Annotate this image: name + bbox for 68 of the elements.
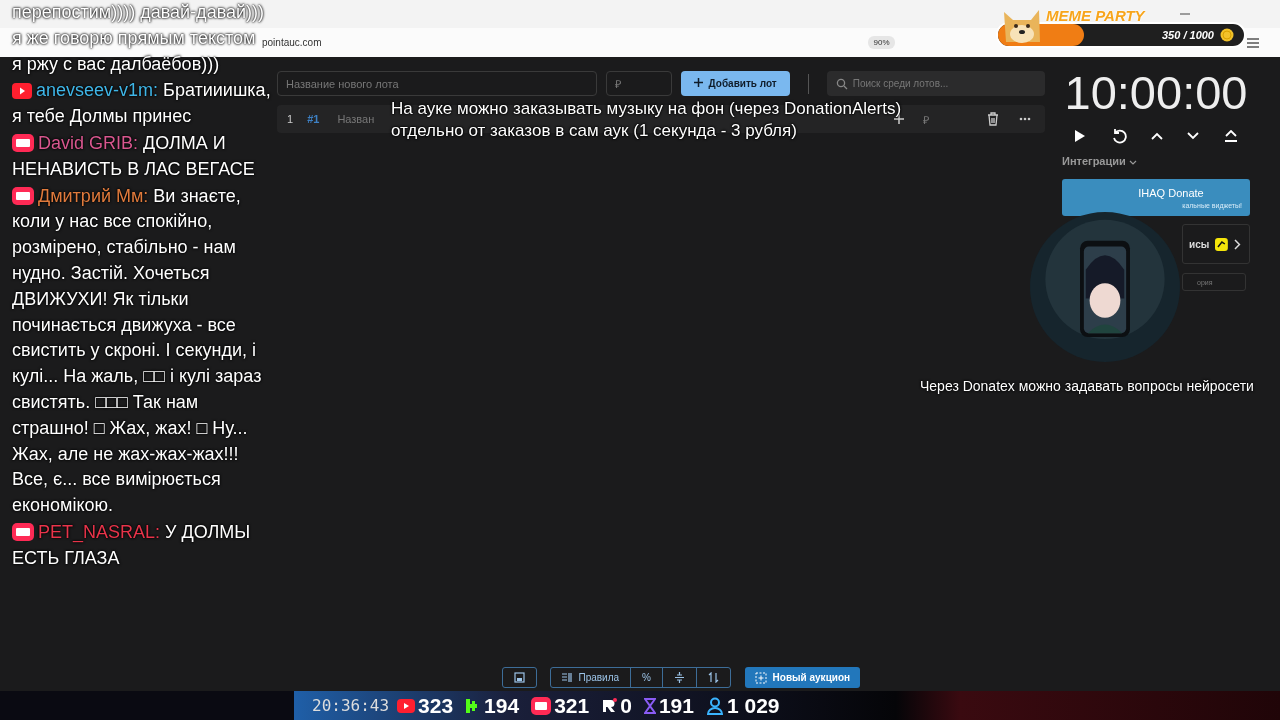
percent-button[interactable]: % — [630, 667, 663, 688]
sort-button[interactable] — [696, 667, 731, 688]
play-icon[interactable] — [1074, 129, 1087, 143]
stat-count: 0 — [620, 693, 632, 718]
meme-party-score: 350 / 1000 — [1162, 29, 1214, 41]
search-field[interactable]: Поиск среди лотов... — [826, 71, 1045, 96]
stat-count: 323 — [418, 693, 454, 718]
plus-icon — [694, 78, 703, 87]
integrations-toggle[interactable]: Интеграции — [1062, 155, 1250, 167]
live-badge-icon — [12, 186, 34, 205]
save-button[interactable] — [501, 667, 537, 688]
coin-icon — [1220, 28, 1234, 42]
chat-text: перепостим)))) давай-давай))) — [12, 1, 265, 25]
lot-index: 1 — [287, 113, 294, 125]
user-icon — [705, 696, 724, 715]
divide-icon — [674, 672, 685, 683]
live-badge-icon — [12, 134, 34, 152]
chat-message: Дмитрий Мм: Ви знаєте, коли у нас все спокійно, розмірено, стабільно - нам нудно. Застій. Хочеться ДВИЖУХИ! Як тільки починається движуха - все свистить у скроні. І секунди, і кулі... На жаль, □□ і кулі зараз свистять. □□□ Так нам страшно! □ Жах, жах! □ Ну... Жах, але не жах-жах-жах!!! Все, є... все вимірюється економікою. — [12, 184, 263, 518]
add-frame-icon — [755, 671, 767, 684]
service-card[interactable]: исы — [1182, 224, 1250, 264]
stat-count: 191 — [658, 693, 694, 718]
add-lot-button[interactable]: Добавить лот — [681, 71, 790, 96]
lot-amount-field[interactable]: ₽ — [923, 111, 929, 127]
stat-count: 1 029 — [726, 693, 780, 718]
youtube-icon — [12, 83, 32, 100]
chat-message: David GRIB: ДОЛМА И НЕНАВИСТЬ В ЛАС ВЕГАСЕ — [12, 132, 256, 181]
down-chevron-icon[interactable] — [1187, 132, 1200, 140]
chat-message: PET_NASRAL: У ДОЛМЫ ЕСТЬ ГЛАЗА — [12, 520, 252, 570]
lot-name: Назван — [337, 113, 375, 125]
caption-text: На ауке можно заказывать музыку на фон (через DonationAlerts) — [391, 98, 902, 120]
reset-icon[interactable] — [1110, 128, 1127, 144]
live-badge-icon — [12, 522, 34, 541]
list-icon — [561, 673, 573, 682]
service-title: исы — [1189, 238, 1210, 250]
save-icon — [513, 672, 525, 683]
stream-clock: 20:36:43 — [312, 696, 390, 715]
up-chevron-icon[interactable] — [1150, 132, 1163, 140]
hourglass-icon — [643, 697, 656, 714]
lot-name-field[interactable]: Название нового лота — [277, 71, 597, 96]
chat-message: anevseev-v1m: Братииишка, я тебе Долмы принес — [12, 79, 272, 129]
new-auction-button[interactable]: Новый аукцион — [745, 667, 861, 688]
meme-party-title: MEME PARTY — [1046, 7, 1145, 24]
rules-button[interactable]: Правила — [549, 667, 632, 688]
menu-icon[interactable] — [1245, 36, 1260, 49]
address-bar[interactable]: pointauc.com — [262, 37, 322, 48]
stat-count: 321 — [554, 693, 590, 718]
live-badge-icon — [531, 696, 552, 715]
split-button[interactable] — [662, 667, 697, 688]
lot-amount-field[interactable]: ₽ — [606, 71, 672, 96]
delete-icon[interactable] — [987, 112, 999, 126]
caption-text: Через Donatex можно задавать вопросы нейросети — [920, 378, 1254, 394]
sort-icon — [708, 672, 719, 683]
chevron-down-icon — [1128, 160, 1137, 165]
stat-count: 194 — [484, 693, 520, 718]
r-logo-icon — [601, 697, 618, 714]
youtube-icon — [397, 698, 416, 713]
chat-text: я же говорю прямым текстом — [12, 26, 256, 51]
banner-title: IHAQ Donate — [1137, 186, 1204, 199]
timer-display: 10:00:00 — [1063, 67, 1249, 119]
more-icon[interactable] — [1019, 117, 1031, 121]
chat-text: я ржу с вас далбаёбов))) — [12, 52, 220, 76]
chevron-right-icon — [1234, 238, 1241, 250]
zoom-level[interactable]: 90% — [868, 36, 895, 49]
lot-id: #1 — [307, 113, 320, 125]
caption-text: отдельно от заказов в сам аук (1 секунда - 3 рубля) — [391, 120, 798, 142]
search-icon — [835, 78, 848, 90]
app-icon — [1215, 237, 1229, 251]
collapse-icon[interactable] — [1223, 130, 1238, 142]
